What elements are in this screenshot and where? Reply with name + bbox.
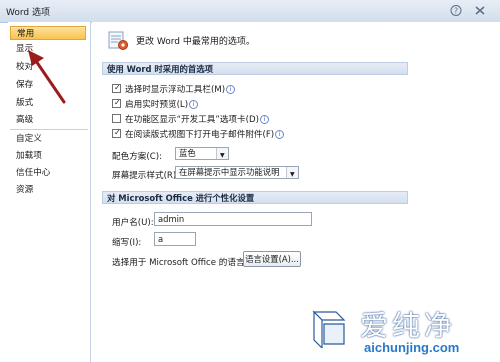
option-label-developer-tab: 在功能区显示“开发工具”选项卡(D) i: [125, 113, 269, 125]
options-header-icon: [108, 31, 128, 50]
chevron-down-icon: ▼: [286, 167, 298, 178]
option-checkbox-live-preview[interactable]: ✓: [112, 98, 121, 108]
info-icon: i: [275, 130, 285, 139]
color-scheme-label: 配色方案(C):: [112, 152, 162, 162]
brand-logo-icon: [312, 310, 346, 348]
title-bar: Word 选项 ?: [0, 0, 500, 23]
word-options-window: Word 选项 ? 常用 显示 校对 保存 版式 高级 自定义 加载项 信任中心…: [0, 0, 500, 362]
close-icon[interactable]: [470, 3, 490, 18]
color-scheme-value: 蓝色: [179, 148, 196, 158]
sidebar-item-display[interactable]: 显示: [10, 42, 86, 56]
sidebar-divider: [10, 129, 88, 130]
username-label: 用户名(U):: [112, 218, 154, 228]
initials-label: 缩写(I):: [112, 238, 142, 248]
sidebar-item-resources[interactable]: 资源: [10, 183, 86, 197]
sidebar-item-addins[interactable]: 加载项: [10, 149, 86, 163]
option-text: 在功能区显示“开发工具”选项卡(D): [125, 115, 259, 125]
window-title: Word 选项: [6, 8, 50, 18]
option-checkbox-email-attachments[interactable]: ✓: [112, 128, 121, 138]
username-input[interactable]: admin: [154, 212, 312, 226]
info-icon: i: [226, 85, 236, 94]
watermark-brand: 爱纯净: [360, 309, 457, 342]
option-checkbox-floating-toolbar[interactable]: ✓: [112, 83, 121, 93]
language-label: 选择用于 Microsoft Office 的语言:: [112, 258, 248, 268]
section-personalize-header: 对 Microsoft Office 进行个性化设置: [102, 191, 408, 204]
sidebar-item-trust-center[interactable]: 信任中心: [10, 166, 86, 180]
option-label-floating-toolbar: 选择时显示浮动工具栏(M) i: [125, 83, 236, 95]
option-checkbox-developer-tab[interactable]: [112, 114, 121, 123]
sidebar-item-common[interactable]: 常用: [10, 26, 86, 40]
option-text: 启用实时预览(L): [125, 100, 189, 110]
sidebar-item-typography[interactable]: 版式: [10, 96, 86, 110]
sidebar-item-customize[interactable]: 自定义: [10, 132, 86, 146]
page-header-text: 更改 Word 中最常用的选项。: [136, 37, 255, 47]
checkmark-icon: ✓: [114, 83, 121, 92]
tooltip-style-label: 屏幕提示样式(R):: [112, 171, 180, 181]
window-controls: ?: [424, 3, 494, 18]
language-settings-button[interactable]: 语言设置(A)...: [243, 251, 301, 267]
option-label-email-attachments: 在阅读版式视图下打开电子邮件附件(F) i: [125, 128, 285, 140]
sidebar-item-proofing[interactable]: 校对: [10, 60, 86, 74]
tooltip-style-select[interactable]: 在屏幕提示中显示功能说明 ▼: [175, 166, 299, 179]
watermark: 爱纯净 aichunjing.com: [304, 302, 500, 362]
sidebar: 常用 显示 校对 保存 版式 高级 自定义 加载项 信任中心 资源: [8, 22, 91, 362]
info-icon: i: [259, 115, 269, 124]
sidebar-item-advanced[interactable]: 高级: [10, 113, 86, 127]
checkmark-icon: ✓: [114, 128, 121, 137]
option-text: 在阅读版式视图下打开电子邮件附件(F): [125, 130, 275, 140]
help-icon[interactable]: ?: [446, 3, 466, 18]
tooltip-style-value: 在屏幕提示中显示功能说明: [179, 167, 280, 177]
svg-text:?: ?: [454, 7, 458, 16]
option-text: 选择时显示浮动工具栏(M): [125, 85, 226, 95]
page-header: 更改 Word 中最常用的选项。: [92, 22, 500, 58]
section-preferences-header: 使用 Word 时采用的首选项: [102, 62, 408, 75]
sidebar-item-save[interactable]: 保存: [10, 78, 86, 92]
watermark-url: aichunjing.com: [364, 340, 460, 355]
color-scheme-select[interactable]: 蓝色 ▼: [175, 147, 229, 160]
checkmark-icon: ✓: [114, 98, 121, 107]
chevron-down-icon: ▼: [216, 148, 228, 159]
info-icon: i: [189, 100, 199, 109]
initials-input[interactable]: a: [154, 232, 196, 246]
option-label-live-preview: 启用实时预览(L) i: [125, 98, 199, 110]
